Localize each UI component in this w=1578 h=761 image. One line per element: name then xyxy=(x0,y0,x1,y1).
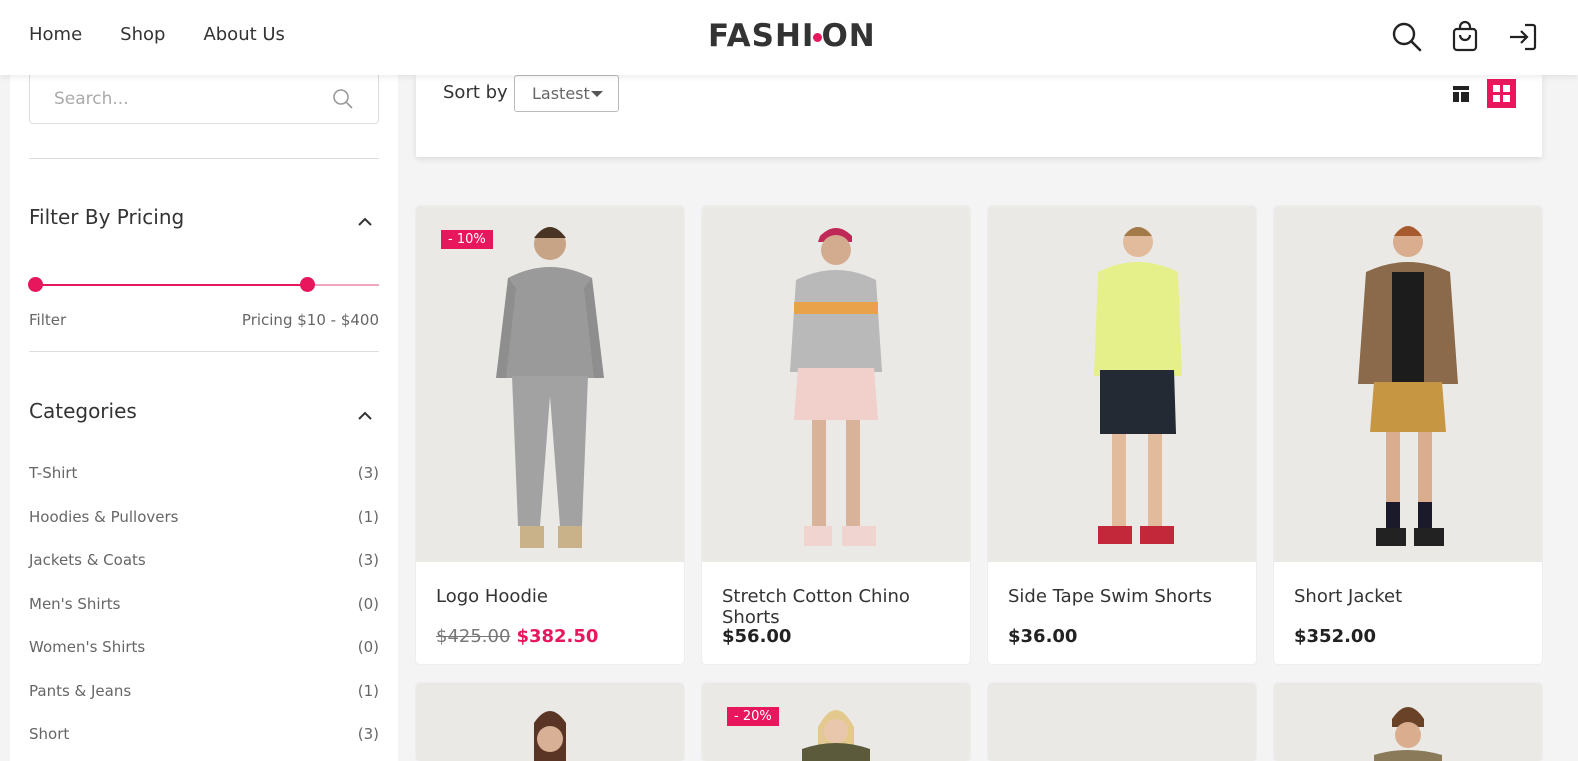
logo-text-i: I xyxy=(802,18,823,54)
price-slider-min-handle[interactable] xyxy=(28,277,43,292)
top-header: Home Shop About Us FASHI ON xyxy=(0,0,1578,75)
header-icons xyxy=(1390,20,1540,54)
category-name: Women's Shirts xyxy=(29,638,146,656)
model-figure-image xyxy=(534,711,566,761)
product-image[interactable] xyxy=(702,206,970,562)
category-count: (3) xyxy=(357,551,379,569)
product-name[interactable]: Stretch Cotton Chino Shorts xyxy=(722,586,970,628)
search-icon[interactable] xyxy=(1390,20,1424,54)
category-name: Jackets & Coats xyxy=(29,551,146,569)
category-count: (3) xyxy=(357,725,379,743)
nav-shop[interactable]: Shop xyxy=(120,24,165,45)
category-name: Hoodies & Pullovers xyxy=(29,508,179,526)
product-price: $56.00 xyxy=(722,626,792,647)
price-filter-row: Filter Pricing $10 - $400 xyxy=(29,311,379,329)
sort-value: Lastest xyxy=(532,84,590,103)
product-card[interactable]: - 10% Logo Hoodie $425.00 $382.50 xyxy=(416,206,684,664)
pricing-title: Filter By Pricing xyxy=(29,205,185,229)
logo-text-left: FASH xyxy=(708,18,802,54)
category-item[interactable]: Hoodies & Pullovers (1) xyxy=(29,508,379,526)
chevron-up-icon[interactable] xyxy=(357,217,373,227)
list-view-icon[interactable] xyxy=(1453,86,1469,102)
product-image[interactable]: - 10% xyxy=(416,206,684,562)
category-item[interactable]: T-Shirt (3) xyxy=(29,464,379,482)
product-card[interactable] xyxy=(988,683,1256,761)
category-item[interactable]: Short (3) xyxy=(29,725,379,743)
model-figure-image xyxy=(790,228,882,546)
model-figure-image xyxy=(496,227,604,548)
category-name: Short xyxy=(29,725,70,743)
category-count: (0) xyxy=(357,595,379,613)
product-card[interactable] xyxy=(416,683,684,761)
category-name: Pants & Jeans xyxy=(29,682,132,700)
discount-badge: - 10% xyxy=(441,230,493,249)
divider xyxy=(29,158,379,159)
nav-about-us[interactable]: About Us xyxy=(203,24,285,45)
category-name: T-Shirt xyxy=(29,464,78,482)
grid-view-icon xyxy=(1493,85,1510,102)
product-image[interactable] xyxy=(416,683,684,761)
search-field-icon[interactable] xyxy=(332,88,354,110)
model-figure-image xyxy=(1374,707,1442,761)
sort-label: Sort by xyxy=(443,82,508,103)
cart-icon[interactable] xyxy=(1448,20,1482,54)
nav-home[interactable]: Home xyxy=(29,24,82,45)
product-name[interactable]: Side Tape Swim Shorts xyxy=(1008,586,1212,607)
product-name[interactable]: Logo Hoodie xyxy=(436,586,548,607)
category-count: (1) xyxy=(357,508,379,526)
categories-title: Categories xyxy=(29,399,137,423)
category-count: (3) xyxy=(357,464,379,482)
product-image[interactable] xyxy=(1274,683,1542,761)
login-icon[interactable] xyxy=(1506,20,1540,54)
old-price: $425.00 xyxy=(436,626,511,647)
product-image[interactable] xyxy=(988,683,1256,761)
product-card[interactable]: Side Tape Swim Shorts $36.00 xyxy=(988,206,1256,664)
price-slider-fill xyxy=(35,284,307,286)
product-image[interactable]: - 20% xyxy=(702,683,970,761)
product-price: $425.00 $382.50 xyxy=(436,626,598,647)
product-card[interactable] xyxy=(1274,683,1542,761)
logo-text-right: ON xyxy=(821,18,876,54)
filter-label[interactable]: Filter xyxy=(29,311,66,329)
model-figure-image xyxy=(1358,226,1458,546)
product-image[interactable] xyxy=(1274,206,1542,562)
category-count: (1) xyxy=(357,682,379,700)
caret-down-icon xyxy=(591,91,603,97)
pricing-range-text: Pricing $10 - $400 xyxy=(241,311,379,329)
category-item[interactable]: Pants & Jeans (1) xyxy=(29,682,379,700)
category-item[interactable]: Jackets & Coats (3) xyxy=(29,551,379,569)
search-placeholder: Search... xyxy=(54,89,129,109)
grid-view-button[interactable] xyxy=(1487,79,1516,108)
sidebar: Search... Filter By Pricing Filter Prici… xyxy=(10,75,398,761)
search-input[interactable]: Search... xyxy=(29,75,379,124)
shop-toolbar: Sort by Lastest xyxy=(416,75,1542,157)
price-slider-max-handle[interactable] xyxy=(299,277,315,292)
discount-badge: - 20% xyxy=(727,707,779,726)
divider xyxy=(29,351,379,352)
sale-price: $382.50 xyxy=(516,626,599,647)
category-item[interactable]: Men's Shirts (0) xyxy=(29,595,379,613)
category-item[interactable]: Women's Shirts (0) xyxy=(29,638,379,656)
site-logo[interactable]: FASHI ON xyxy=(708,18,876,54)
product-name[interactable]: Short Jacket xyxy=(1294,586,1402,607)
product-price: $352.00 xyxy=(1294,626,1376,647)
main-nav: Home Shop About Us xyxy=(29,24,285,45)
category-count: (0) xyxy=(357,638,379,656)
product-price: $36.00 xyxy=(1008,626,1078,647)
sort-dropdown[interactable]: Lastest xyxy=(514,75,619,112)
product-card[interactable]: Short Jacket $352.00 xyxy=(1274,206,1542,664)
product-image[interactable] xyxy=(988,206,1256,562)
product-card[interactable]: Stretch Cotton Chino Shorts $56.00 xyxy=(702,206,970,664)
product-card[interactable]: - 20% xyxy=(702,683,970,761)
category-name: Men's Shirts xyxy=(29,595,121,613)
price-slider[interactable] xyxy=(28,277,379,292)
model-figure-image xyxy=(1094,227,1182,544)
chevron-up-icon[interactable] xyxy=(357,411,373,421)
